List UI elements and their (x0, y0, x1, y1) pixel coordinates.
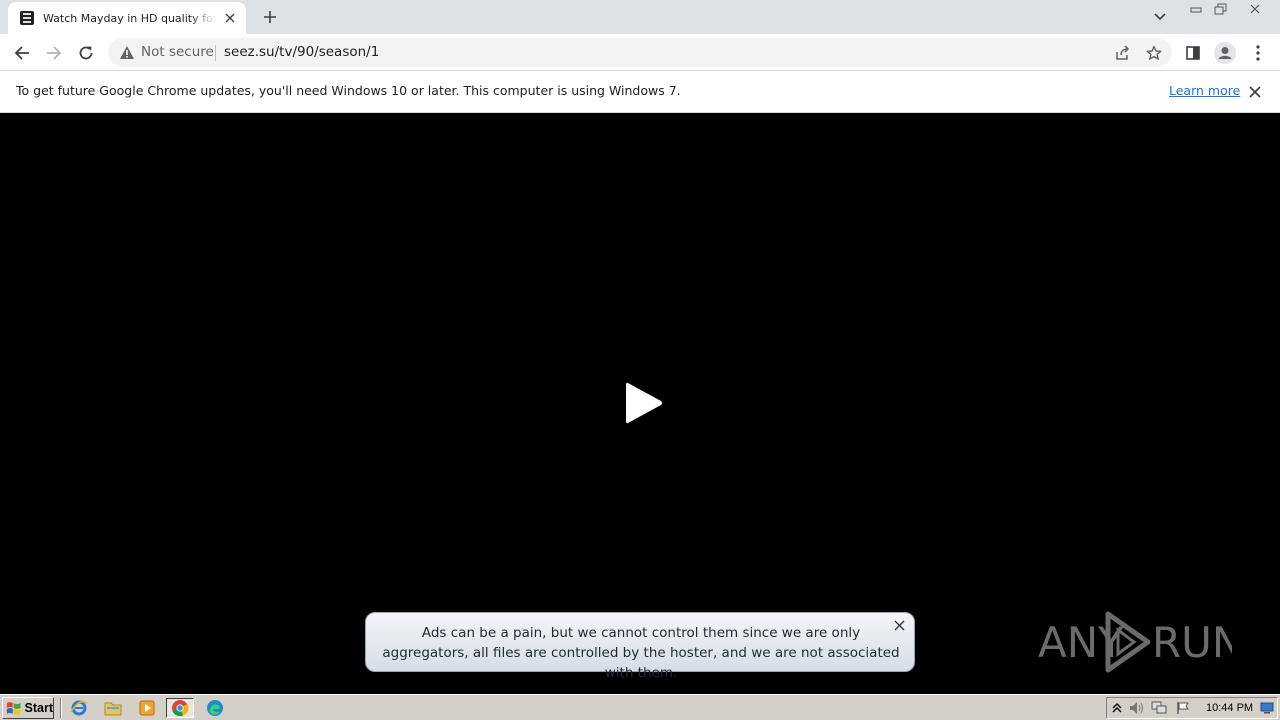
media-player-button[interactable] (136, 698, 158, 718)
side-panel-button[interactable] (1180, 40, 1206, 66)
close-icon (894, 620, 904, 630)
windows-flag-icon (6, 702, 21, 715)
profile-button[interactable] (1212, 40, 1238, 66)
network-icon[interactable] (1151, 700, 1167, 716)
browser-toolbar: Not secure seez.su/tv/90/season/1 (0, 34, 1280, 71)
watermark-right-text: RUN (1152, 618, 1232, 667)
tab-strip: Watch Mayday in HD quality for free (0, 0, 1280, 34)
media-player-icon (139, 700, 155, 716)
kebab-menu-icon (1256, 45, 1260, 61)
forward-button[interactable] (41, 40, 67, 66)
seez-favicon-icon (20, 11, 34, 25)
arrow-right-icon (47, 46, 62, 60)
internet-explorer-icon (70, 700, 88, 716)
show-hidden-icon[interactable] (1109, 700, 1125, 716)
start-button[interactable]: Start (2, 697, 54, 719)
profile-icon (1214, 42, 1236, 64)
omnibox-divider (215, 45, 216, 61)
restore-icon (1214, 3, 1227, 15)
tab-search-button[interactable] (1150, 8, 1170, 26)
restore-button[interactable] (1208, 0, 1234, 18)
edge-button[interactable] (204, 698, 226, 718)
chrome-menu-button[interactable] (1245, 40, 1271, 66)
explorer-button[interactable] (102, 698, 124, 718)
internet-explorer-button[interactable] (68, 698, 90, 718)
tab-title: Watch Mayday in HD quality for free (43, 11, 216, 25)
infobar-close-button[interactable] (1246, 83, 1264, 101)
ads-notice: Ads can be a pain, but we cannot control… (365, 612, 915, 681)
system-tray: 10:44 PM (1106, 697, 1278, 719)
anyrun-watermark: ANY RUN (1038, 611, 1232, 673)
show-desktop-icon[interactable] (1259, 700, 1275, 716)
reload-button[interactable] (73, 40, 99, 66)
security-label[interactable]: Not secure (141, 44, 214, 60)
reload-icon (79, 46, 93, 60)
taskbar-separator (60, 698, 62, 718)
minimize-icon (1190, 7, 1202, 13)
minimize-button[interactable] (1183, 0, 1209, 18)
plus-icon (264, 11, 276, 23)
infobar-message: To get future Google Chrome updates, you… (16, 83, 681, 98)
play-icon[interactable] (624, 381, 664, 425)
browser-tab[interactable]: Watch Mayday in HD quality for free (8, 2, 246, 34)
address-bar[interactable]: Not secure seez.su/tv/90/season/1 (108, 38, 1172, 67)
warning-triangle-icon[interactable] (119, 45, 135, 60)
close-tab-icon[interactable] (222, 10, 238, 26)
folder-icon (104, 702, 122, 716)
start-label: Start (24, 701, 53, 715)
clock[interactable]: 10:44 PM (1206, 702, 1253, 714)
video-player[interactable]: Ads can be a pain, but we cannot control… (0, 113, 1280, 694)
chevron-down-icon (1154, 13, 1166, 21)
star-icon[interactable] (1145, 44, 1163, 62)
share-icon[interactable] (1113, 44, 1131, 62)
watermark-left-text: ANY (1038, 618, 1124, 667)
side-panel-icon (1186, 46, 1200, 60)
arrow-left-icon (14, 46, 29, 60)
flag-icon[interactable] (1175, 700, 1191, 716)
close-icon (1249, 86, 1261, 98)
chrome-icon (172, 700, 189, 717)
ads-notice-text: Ads can be a pain, but we cannot control… (382, 625, 900, 681)
chrome-taskbar-button[interactable] (166, 698, 194, 718)
windows-taskbar: Start 10:44 PM (0, 694, 1280, 720)
update-infobar: To get future Google Chrome updates, you… (0, 71, 1280, 113)
edge-icon (207, 700, 223, 716)
notice-close-button[interactable] (892, 618, 906, 632)
close-icon (1250, 4, 1260, 14)
learn-more-link[interactable]: Learn more (1169, 83, 1240, 98)
new-tab-button[interactable] (258, 6, 282, 28)
volume-icon[interactable] (1129, 700, 1145, 716)
close-window-button[interactable] (1242, 0, 1268, 18)
url-text[interactable]: seez.su/tv/90/season/1 (224, 44, 379, 60)
back-button[interactable] (9, 40, 35, 66)
